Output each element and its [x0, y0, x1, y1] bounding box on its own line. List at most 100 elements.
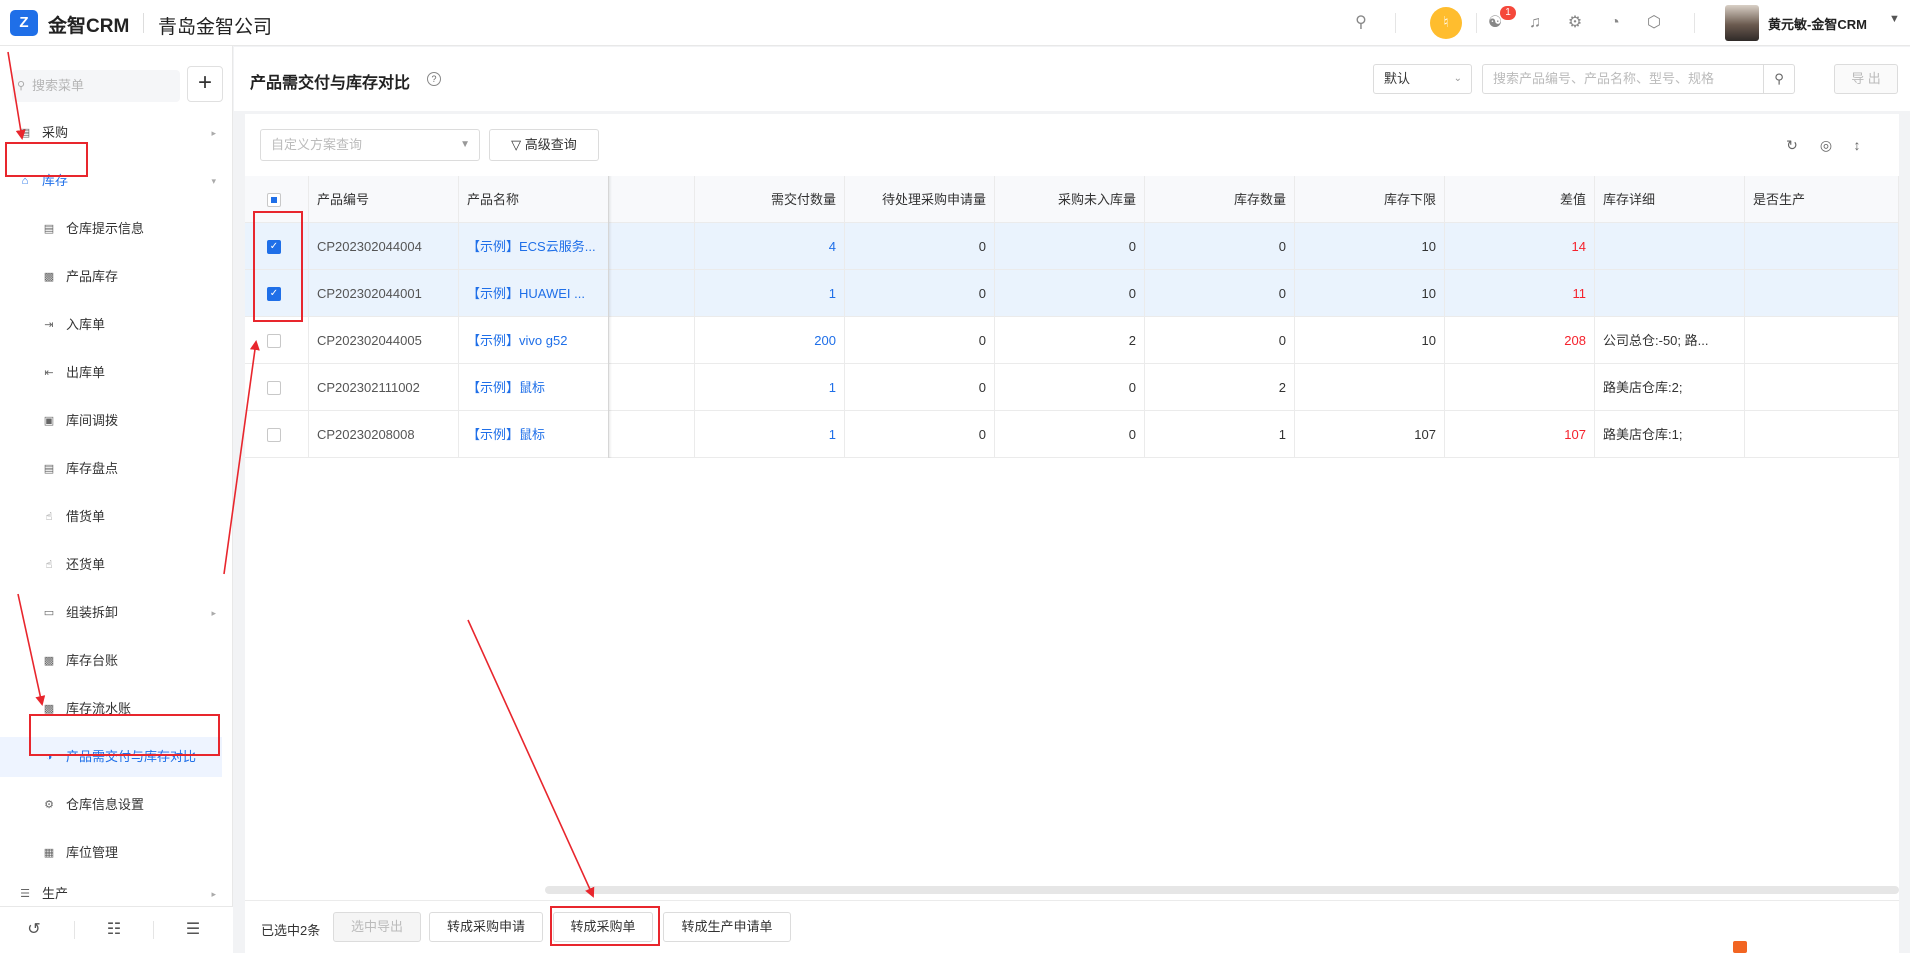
transfer-icon: ▣	[43, 415, 55, 427]
gear-icon[interactable]: ⚙	[1564, 12, 1586, 34]
settings-icon[interactable]: ◎	[1816, 135, 1836, 155]
column-header[interactable]: 是否生产	[1745, 176, 1899, 223]
column-sort-icon[interactable]: ↕	[1847, 135, 1867, 155]
empty-cell	[609, 317, 695, 364]
sidebar-item-label: 库位管理	[66, 845, 119, 860]
outbound-icon: ⇤	[44, 367, 54, 379]
refresh-icon[interactable]: ↻	[1782, 135, 1802, 155]
menu-search-input[interactable]: ⚲ 搜索菜单	[12, 70, 180, 102]
sidebar-item-stock-ledger[interactable]: ▩ 库存台账	[0, 641, 222, 681]
product-name-link[interactable]: 【示例】vivo g52	[459, 317, 609, 364]
collapse-menu-icon[interactable]: ☰	[182, 919, 204, 941]
speaker-icon[interactable]: ♮	[1430, 7, 1462, 39]
demand-qty-link[interactable]: 1	[695, 270, 845, 317]
chevron-down-icon: ▾	[211, 176, 216, 186]
history-icon[interactable]: ↺	[23, 919, 45, 941]
sidebar-item-transfer[interactable]: ▣ 库间调拨	[0, 401, 222, 441]
divider	[153, 921, 154, 939]
search-icon[interactable]: ⚲	[1350, 12, 1372, 34]
add-menu-button[interactable]: +	[187, 66, 223, 102]
top-bar: Z 金智CRM 青岛金智公司 ⚲ ♮ ☯ 1 ♫ ⚙ ◔ ⬡ 黄元敏-金智CRM…	[0, 0, 1910, 46]
chevron-down-icon: ⌄	[1453, 73, 1462, 84]
column-header[interactable]: 库存详细	[1595, 176, 1745, 223]
pending-request-qty: 0	[845, 364, 995, 411]
doc-icon: ▩	[43, 271, 55, 283]
demand-qty-link[interactable]: 200	[695, 317, 845, 364]
to-purchase-request-button[interactable]: 转成采购申请	[429, 912, 543, 942]
sidebar-item-assembly[interactable]: ▭ 组装拆卸 ▸	[0, 593, 222, 633]
avatar[interactable]	[1725, 5, 1759, 41]
table-row[interactable]: ✓ CP202302044001 【示例】HUAWEI ... 1 0 0 0 …	[245, 270, 1899, 317]
demand-qty-link[interactable]: 4	[695, 223, 845, 270]
company-name[interactable]: 青岛金智公司	[158, 12, 272, 39]
user-name[interactable]: 黄元敏-金智CRM	[1768, 14, 1867, 33]
chevron-right-icon: ▸	[211, 889, 216, 899]
pending-request-qty: 0	[845, 270, 995, 317]
select-all-checkbox[interactable]	[267, 193, 281, 207]
table-row[interactable]: CP20230208008 【示例】鼠标 1 0 0 1 107 107 路美店…	[245, 411, 1899, 458]
column-header[interactable]: 产品编号	[309, 176, 459, 223]
difference: 107	[1445, 411, 1595, 458]
sidebar-item-label: 生产	[42, 886, 69, 901]
sidebar: ⚲ 搜索菜单 + ▤ 采购 ▸ ⌂ 库存 ▾ ▤ 仓库提示信息 ▩ 产品库存 ⇥…	[0, 46, 233, 953]
sidebar-item-borrow[interactable]: ☝ 借货单	[0, 497, 222, 537]
cube-icon[interactable]: ⬡	[1643, 12, 1665, 34]
difference: 208	[1445, 317, 1595, 364]
view-select[interactable]: 默认 ⌄	[1373, 64, 1472, 94]
table-row[interactable]: CP202302111002 【示例】鼠标 1 0 0 2 路美店仓库:2;	[245, 364, 1899, 411]
column-header[interactable]: 采购未入库量	[995, 176, 1145, 223]
chevron-down-icon[interactable]: ▼	[1889, 13, 1900, 25]
product-search-input[interactable]: 搜索产品编号、产品名称、型号、规格	[1482, 64, 1764, 94]
column-header[interactable]: 待处理采购申请量	[845, 176, 995, 223]
help-icon[interactable]: ?	[427, 72, 441, 86]
column-header[interactable]: 需交付数量	[695, 176, 845, 223]
sidebar-item-stocktaking[interactable]: ▤ 库存盘点	[0, 449, 222, 489]
stock-lower-limit: 10	[1295, 270, 1445, 317]
product-name-link[interactable]: 【示例】ECS云服务...	[459, 223, 609, 270]
row-checkbox[interactable]	[267, 428, 281, 442]
row-checkbox[interactable]	[267, 381, 281, 395]
column-header[interactable]: 差值	[1445, 176, 1595, 223]
sidebar-item-return[interactable]: ☝ 还货单	[0, 545, 222, 585]
logo-icon[interactable]: Z	[10, 10, 38, 36]
sidebar-item-product-stock[interactable]: ▩ 产品库存	[0, 257, 222, 297]
sidebar-item-location-management[interactable]: ▦ 库位管理	[0, 833, 222, 873]
demand-qty-link[interactable]: 1	[695, 364, 845, 411]
product-name-link[interactable]: 【示例】鼠标	[459, 411, 609, 458]
search-button[interactable]: ⚲	[1763, 64, 1795, 94]
sidebar-item-outbound[interactable]: ⇤ 出库单	[0, 353, 222, 393]
product-name-link[interactable]: 【示例】鼠标	[459, 364, 609, 411]
stock-qty: 0	[1145, 317, 1295, 364]
plan-query-placeholder: 自定义方案查询	[271, 137, 363, 152]
sidebar-item-inbound[interactable]: ⇥ 入库单	[0, 305, 222, 345]
column-header[interactable]: 库存下限	[1295, 176, 1445, 223]
sliders-icon[interactable]: ☷	[103, 919, 125, 941]
row-checkbox[interactable]	[267, 334, 281, 348]
product-code: CP20230208008	[309, 411, 459, 458]
column-header[interactable]: 库存数量	[1145, 176, 1295, 223]
app-name[interactable]: 金智CRM	[48, 11, 129, 38]
stock-detail	[1595, 270, 1745, 317]
horizontal-scrollbar[interactable]	[545, 886, 1899, 894]
export-selected-button[interactable]: 选中导出	[333, 912, 421, 942]
plan-query-select[interactable]: 自定义方案查询 ▼	[260, 129, 480, 161]
sidebar-item-production[interactable]: ☰ 生产 ▸	[0, 881, 222, 907]
pie-chart-icon[interactable]: ◔	[1604, 12, 1626, 34]
to-production-request-button[interactable]: 转成生产申请单	[663, 912, 791, 942]
export-button[interactable]: 导 出	[1834, 64, 1898, 94]
product-name-link[interactable]: 【示例】HUAWEI ...	[459, 270, 609, 317]
column-header[interactable]: 产品名称	[459, 176, 609, 223]
bell-icon[interactable]: ♫	[1524, 12, 1546, 34]
difference	[1445, 364, 1595, 411]
page-title: 产品需交付与库存对比	[250, 75, 411, 92]
table-row[interactable]: ✓ CP202302044004 【示例】ECS云服务... 4 0 0 0 1…	[245, 223, 1899, 270]
sidebar-item-label: 库存台账	[66, 653, 119, 668]
advanced-query-button[interactable]: ▽ 高级查询	[489, 129, 599, 161]
pending-request-qty: 0	[845, 223, 995, 270]
stock-detail: 公司总仓:-50; 路...	[1595, 317, 1745, 364]
sidebar-item-warehouse-alerts[interactable]: ▤ 仓库提示信息	[0, 209, 222, 249]
sidebar-item-warehouse-settings[interactable]: ⚙ 仓库信息设置	[0, 785, 222, 825]
sidebar-item-label: 出库单	[66, 365, 106, 380]
table-row[interactable]: CP202302044005 【示例】vivo g52 200 0 2 0 10…	[245, 317, 1899, 364]
demand-qty-link[interactable]: 1	[695, 411, 845, 458]
